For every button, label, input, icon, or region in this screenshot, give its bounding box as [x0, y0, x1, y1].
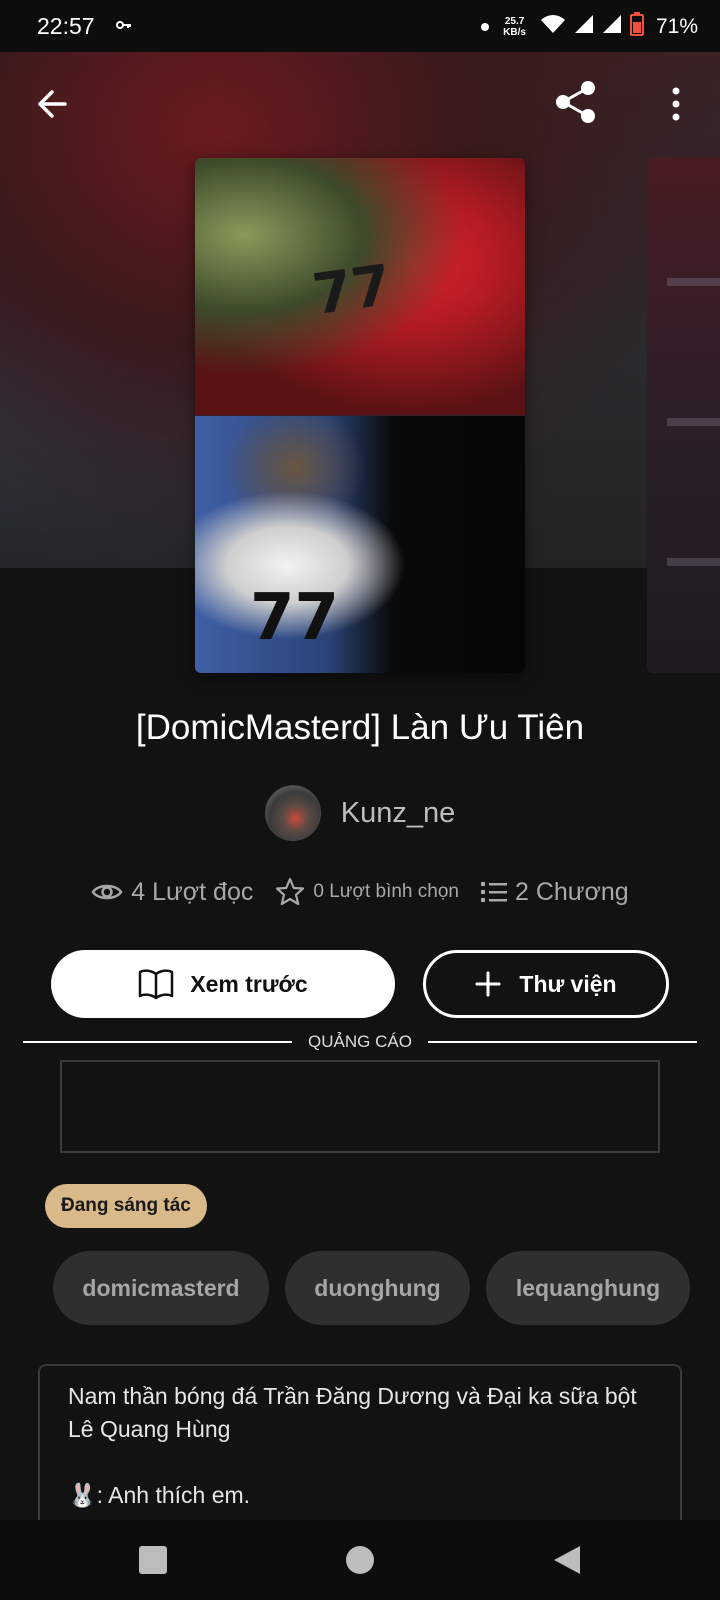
preview-label: Xem trước — [190, 970, 308, 997]
top-toolbar — [0, 52, 720, 156]
back-button[interactable] — [24, 76, 80, 132]
jersey-number-bottom: 77 — [250, 581, 340, 655]
jersey-number-top: 77 — [308, 252, 396, 329]
share-icon — [556, 81, 595, 123]
list-icon — [480, 882, 507, 902]
network-speed-value: 25.7 — [504, 15, 525, 27]
library-label: Thư viện — [519, 970, 617, 997]
recent-apps-button[interactable] — [133, 1540, 173, 1580]
description-line: 🐰: Anh thích em. — [68, 1482, 251, 1508]
network-speed-unit: KB/s — [503, 26, 526, 38]
home-button[interactable] — [340, 1540, 380, 1580]
next-cover-peek[interactable] — [647, 158, 720, 673]
preview-button[interactable]: Xem trước — [51, 950, 395, 1018]
tag-chip[interactable]: domicmasterd — [53, 1251, 269, 1325]
add-to-library-button[interactable]: Thư viện — [423, 950, 669, 1018]
reads-stat: 4 Lượt đọc — [91, 878, 253, 907]
peek-stripe — [667, 558, 720, 566]
author-name[interactable]: Kunz_ne — [341, 797, 456, 830]
tag-chip[interactable]: duonghung — [285, 1251, 470, 1325]
peek-stripe — [667, 278, 720, 286]
wifi-icon — [540, 14, 566, 39]
divider-line — [23, 1041, 293, 1043]
notification-dot-icon — [481, 22, 490, 31]
system-back-button[interactable] — [547, 1540, 587, 1580]
star-icon — [276, 877, 305, 906]
chapters-count[interactable]: 2 Chương — [515, 878, 629, 907]
battery-icon — [629, 12, 644, 41]
circle-icon — [346, 1546, 374, 1574]
system-nav-bar — [0, 1520, 720, 1600]
arrow-left-icon — [38, 90, 67, 118]
key-icon — [116, 16, 132, 36]
plus-icon — [475, 971, 501, 997]
chapters-stat[interactable]: 2 Chương — [480, 878, 629, 907]
ad-slot[interactable] — [60, 1060, 660, 1153]
status-badge: Đang sáng tác — [45, 1184, 207, 1228]
square-icon — [139, 1546, 167, 1574]
battery-percent: 71% — [655, 14, 698, 38]
more-vertical-icon — [672, 87, 680, 121]
ad-label: QUẢNG CÁO — [308, 1032, 412, 1051]
more-options-button[interactable] — [648, 76, 704, 132]
description-line: Nam thần bóng đá Trần Đăng Dương và Đại … — [68, 1383, 637, 1409]
status-time: 22:57 — [37, 13, 95, 39]
signal-icon — [574, 14, 594, 39]
status-bar: 22:57 25.7 KB/s 71% — [0, 0, 720, 52]
description-line: Lê Quang Hùng — [68, 1416, 231, 1442]
book-open-icon — [139, 969, 174, 1000]
cover-photo-bottom: 77 — [195, 416, 525, 673]
votes-count: 0 Lượt bình chọn — [313, 881, 459, 902]
divider-line — [427, 1041, 697, 1043]
triangle-back-icon — [554, 1546, 580, 1574]
avatar[interactable] — [264, 785, 321, 841]
signal-2-icon — [602, 14, 622, 39]
story-title: [DomicMasterd] Làn Ưu Tiên — [135, 708, 585, 747]
network-speed: 25.7 KB/s — [503, 16, 526, 38]
story-cover[interactable]: 77 77 — [195, 158, 525, 673]
votes-stat: 0 Lượt bình chọn — [275, 877, 459, 907]
status-indicators: 25.7 KB/s 71% — [481, 12, 698, 41]
peek-stripe — [667, 418, 720, 426]
eye-icon — [91, 884, 123, 900]
cover-photo-top: 77 — [195, 158, 525, 415]
tag-chip[interactable]: lequanghung — [486, 1251, 690, 1325]
tags-row: domicmasterd duonghung lequanghung — [53, 1251, 690, 1325]
share-button[interactable] — [548, 74, 604, 130]
description-card[interactable]: Nam thần bóng đá Trần Đăng Dương và Đại … — [38, 1364, 682, 1524]
author-row[interactable]: Kunz_ne — [0, 785, 720, 841]
reads-count: 4 Lượt đọc — [131, 877, 254, 906]
ad-divider: QUẢNG CÁO — [23, 1032, 697, 1052]
story-stats: 4 Lượt đọc 0 Lượt bình chọn 2 Chương — [0, 877, 720, 907]
